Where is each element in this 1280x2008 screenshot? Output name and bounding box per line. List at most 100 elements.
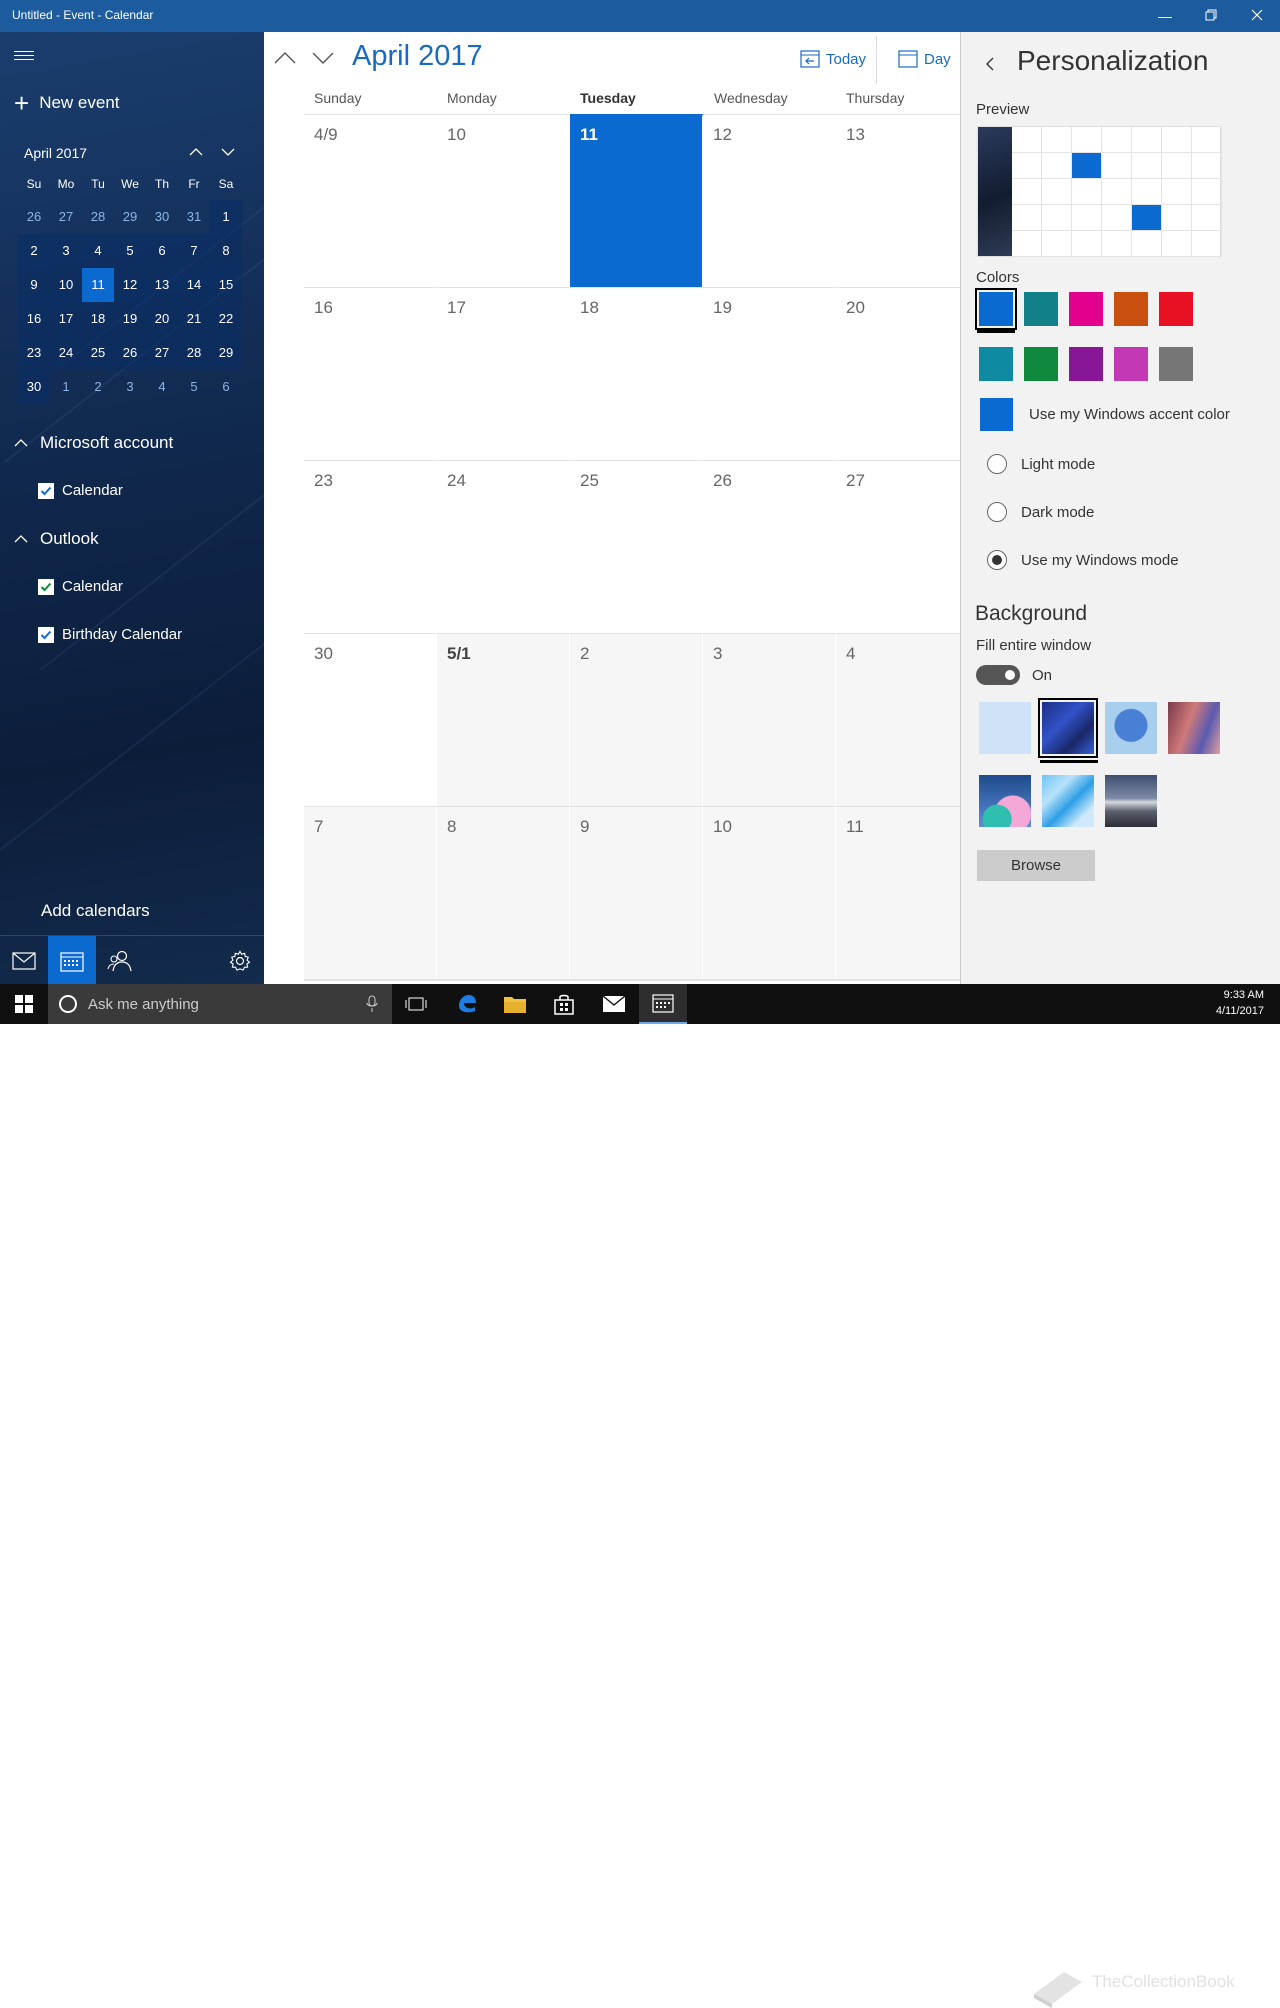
mini-calendar-day[interactable]: 29	[114, 200, 146, 234]
day-cell[interactable]: 10	[703, 806, 836, 979]
mini-calendar-day[interactable]: 18	[82, 302, 114, 336]
checkbox-checked-icon[interactable]	[38, 626, 54, 643]
mini-calendar-day[interactable]: 2	[82, 370, 114, 404]
mini-calendar-day[interactable]: 9	[18, 268, 50, 302]
color-swatch[interactable]	[1159, 292, 1193, 326]
day-cell[interactable]: 12	[703, 114, 836, 287]
color-swatch[interactable]	[1069, 292, 1103, 326]
microphone-icon[interactable]	[366, 995, 378, 1013]
account-microsoft[interactable]: Microsoft account	[14, 433, 173, 453]
close-button[interactable]	[1234, 0, 1280, 32]
color-swatch[interactable]	[1114, 347, 1148, 381]
mini-calendar-day[interactable]: 22	[210, 302, 242, 336]
color-swatch[interactable]	[1024, 347, 1058, 381]
checkbox-checked-icon[interactable]	[38, 578, 54, 595]
day-cell[interactable]: 2	[570, 633, 703, 806]
day-cell[interactable]: 3	[703, 633, 836, 806]
mini-calendar-day[interactable]: 27	[50, 200, 82, 234]
mini-calendar-day[interactable]: 1	[210, 200, 242, 234]
mini-calendar-day[interactable]: 4	[82, 234, 114, 268]
edge-button[interactable]	[443, 984, 491, 1024]
radio-button[interactable]	[987, 502, 1007, 522]
system-clock[interactable]: 9:33 AM 4/11/2017	[1216, 987, 1264, 1019]
store-button[interactable]	[540, 984, 588, 1024]
mini-calendar-day[interactable]: 8	[210, 234, 242, 268]
mini-calendar-day[interactable]: 21	[178, 302, 210, 336]
radio-dark-mode[interactable]: Dark mode	[987, 502, 1094, 522]
mini-calendar-day[interactable]: 30	[18, 370, 50, 404]
mini-calendar-day[interactable]: 1	[50, 370, 82, 404]
calendar-item[interactable]: Calendar	[38, 578, 123, 595]
mini-calendar-day[interactable]: 2	[18, 234, 50, 268]
mail-button[interactable]	[0, 936, 48, 984]
day-cell[interactable]: 11	[836, 806, 960, 979]
checkbox-checked-icon[interactable]	[38, 482, 54, 499]
color-swatch[interactable]	[1069, 347, 1103, 381]
mini-calendar-month[interactable]: April 2017	[24, 145, 87, 161]
mini-calendar-day[interactable]: 27	[146, 336, 178, 370]
mini-calendar-day[interactable]: 30	[146, 200, 178, 234]
radio-button[interactable]	[987, 454, 1007, 474]
day-cell[interactable]: 25	[570, 460, 703, 633]
mini-calendar-day[interactable]: 11	[82, 268, 114, 302]
color-swatch[interactable]	[979, 347, 1013, 381]
mini-calendar-day[interactable]: 25	[82, 336, 114, 370]
task-view-button[interactable]	[392, 984, 440, 1024]
day-cell[interactable]: 8	[437, 806, 570, 979]
hamburger-menu-icon[interactable]	[14, 48, 34, 64]
accent-color-option[interactable]: Use my Windows accent color	[980, 398, 1230, 431]
mini-calendar-day[interactable]: 28	[178, 336, 210, 370]
mini-calendar-day[interactable]: 6	[210, 370, 242, 404]
background-thumb-landscape[interactable]	[1105, 775, 1157, 827]
file-explorer-button[interactable]	[491, 984, 539, 1024]
mini-calendar-day[interactable]: 28	[82, 200, 114, 234]
mini-calendar-day[interactable]: 26	[18, 200, 50, 234]
mini-calendar-day[interactable]: 17	[50, 302, 82, 336]
day-cell[interactable]: 18	[570, 287, 703, 460]
toggle-switch[interactable]	[976, 665, 1020, 685]
chevron-up-icon[interactable]	[188, 144, 204, 160]
day-cell[interactable]: 16	[304, 287, 437, 460]
mini-calendar-day[interactable]: 19	[114, 302, 146, 336]
day-cell[interactable]: 23	[304, 460, 437, 633]
color-swatch[interactable]	[1159, 347, 1193, 381]
day-cell[interactable]: 26	[703, 460, 836, 633]
mini-calendar-day[interactable]: 7	[178, 234, 210, 268]
mini-calendar-day[interactable]: 24	[50, 336, 82, 370]
mini-calendar-day[interactable]: 13	[146, 268, 178, 302]
radio-button-selected[interactable]	[987, 550, 1007, 570]
restore-button[interactable]	[1188, 0, 1234, 32]
chevron-down-icon[interactable]	[220, 144, 236, 160]
mini-calendar-day[interactable]: 4	[146, 370, 178, 404]
start-button[interactable]	[0, 984, 48, 1024]
mini-calendar-day[interactable]: 5	[114, 234, 146, 268]
day-cell[interactable]: 10	[437, 114, 570, 287]
account-outlook[interactable]: Outlook	[14, 529, 99, 549]
color-swatch[interactable]	[975, 288, 1017, 330]
mail-app-button[interactable]	[590, 984, 638, 1024]
new-event-button[interactable]: + New event	[14, 90, 120, 116]
previous-month-icon[interactable]	[274, 50, 296, 66]
mini-calendar-day[interactable]: 26	[114, 336, 146, 370]
mini-calendar-day[interactable]: 23	[18, 336, 50, 370]
day-cell[interactable]: 17	[437, 287, 570, 460]
browse-button[interactable]: Browse	[977, 850, 1095, 881]
calendar-item[interactable]: Calendar	[38, 482, 123, 499]
day-cell[interactable]: 7	[304, 806, 437, 979]
mini-calendar-day[interactable]: 14	[178, 268, 210, 302]
next-month-icon[interactable]	[312, 50, 334, 66]
mini-calendar-day[interactable]: 12	[114, 268, 146, 302]
background-thumb-plain[interactable]	[979, 702, 1031, 754]
today-button[interactable]: Today	[800, 50, 866, 68]
calendar-button[interactable]	[48, 936, 96, 984]
back-arrow-icon[interactable]	[985, 56, 995, 72]
day-cell[interactable]: 11	[570, 114, 703, 287]
day-cell[interactable]: 19	[703, 287, 836, 460]
background-thumb-canyon[interactable]	[1168, 702, 1220, 754]
mini-calendar-day[interactable]: 29	[210, 336, 242, 370]
radio-windows-mode[interactable]: Use my Windows mode	[987, 550, 1179, 570]
people-button[interactable]	[96, 936, 144, 984]
minimize-button[interactable]: —	[1142, 0, 1188, 32]
mini-calendar-day[interactable]: 3	[50, 234, 82, 268]
day-cell[interactable]: 27	[836, 460, 960, 633]
